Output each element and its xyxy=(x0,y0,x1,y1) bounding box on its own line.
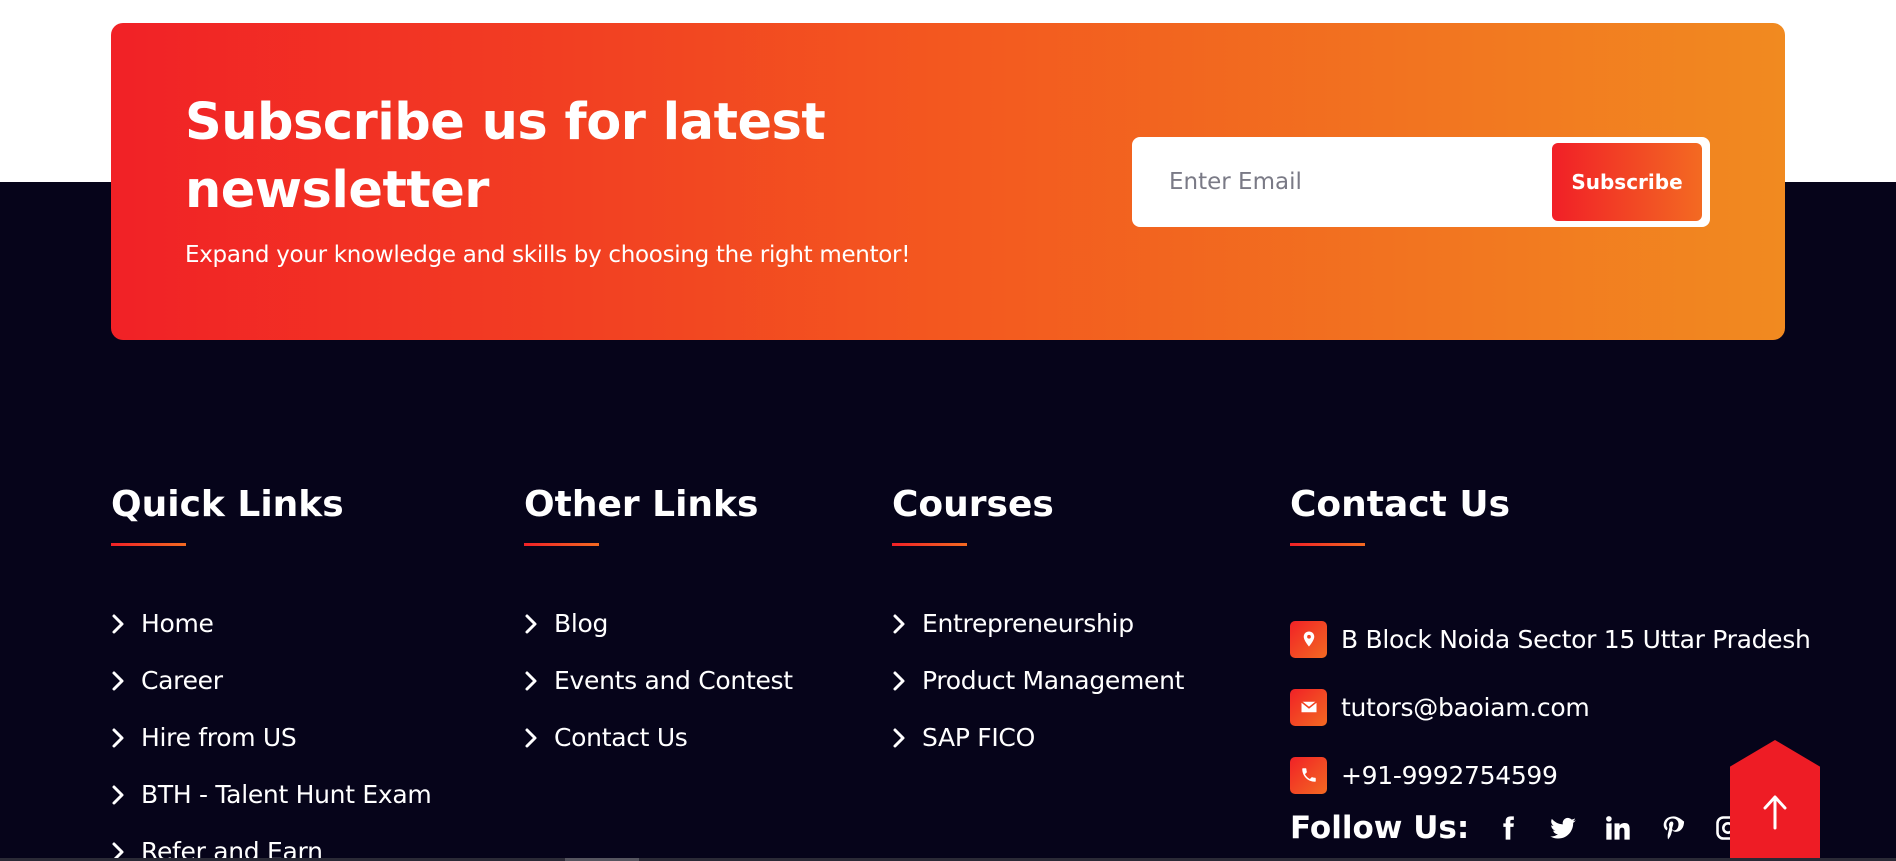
link-label: Home xyxy=(141,609,214,638)
quick-link-home[interactable]: Home xyxy=(111,595,431,652)
quick-links-column: Quick Links Home Career Hire from US BTH… xyxy=(111,482,432,861)
contact-column: Contact Us B Block Noida Sector 15 Uttar… xyxy=(1290,482,1811,809)
other-links-column: Other Links Blog Events and Contest Cont… xyxy=(524,482,793,766)
other-link-contact-us[interactable]: Contact Us xyxy=(524,709,793,766)
newsletter-title: Subscribe us for latest newsletter xyxy=(185,93,826,220)
email-input[interactable] xyxy=(1144,147,1544,217)
title-underline xyxy=(892,543,967,546)
quick-link-refer-and-earn[interactable]: Refer and Earn xyxy=(111,823,431,861)
link-label: Contact Us xyxy=(554,723,688,752)
envelope-icon xyxy=(1290,688,1327,726)
course-link-sap-fico[interactable]: SAP FICO xyxy=(892,709,1184,766)
link-label: BTH - Talent Hunt Exam xyxy=(141,780,432,809)
title-underline xyxy=(1290,543,1365,546)
phone-text: +91-9992754599 xyxy=(1341,760,1558,790)
chevron-right-icon xyxy=(524,727,554,749)
quick-link-talent-hunt-exam[interactable]: BTH - Talent Hunt Exam xyxy=(111,766,432,823)
quick-links-title: Quick Links xyxy=(111,484,344,525)
twitter-icon[interactable] xyxy=(1548,813,1578,843)
chevron-right-icon xyxy=(524,670,554,692)
pinterest-icon[interactable] xyxy=(1658,813,1688,843)
link-label: Career xyxy=(141,666,223,695)
chevron-right-icon xyxy=(111,784,141,806)
chevron-right-icon xyxy=(892,670,922,692)
follow-label: Follow Us: xyxy=(1290,810,1470,846)
chevron-right-icon xyxy=(111,727,141,749)
contact-email[interactable]: tutors@baoiam.com xyxy=(1290,673,1811,741)
courses-list: Entrepreneurship Product Management SAP … xyxy=(892,595,1184,766)
link-label: SAP FICO xyxy=(922,723,1035,752)
address-text: B Block Noida Sector 15 Uttar Pradesh xyxy=(1341,624,1811,654)
newsletter-banner: Subscribe us for latest newsletter Expan… xyxy=(111,23,1785,340)
newsletter-subtitle: Expand your knowledge and skills by choo… xyxy=(185,242,911,268)
course-link-product-management[interactable]: Product Management xyxy=(892,652,1184,709)
chevron-right-icon xyxy=(111,613,141,635)
title-underline xyxy=(111,543,186,546)
chevron-right-icon xyxy=(524,613,554,635)
other-link-events-and-contest[interactable]: Events and Contest xyxy=(524,652,793,709)
link-label: Events and Contest xyxy=(554,666,793,695)
other-links-list: Blog Events and Contest Contact Us xyxy=(524,595,793,766)
map-pin-icon xyxy=(1290,620,1327,658)
chevron-right-icon xyxy=(111,670,141,692)
link-label: Hire from US xyxy=(141,723,297,752)
email-text: tutors@baoiam.com xyxy=(1341,692,1590,722)
contact-title: Contact Us xyxy=(1290,484,1511,525)
link-label: Entrepreneurship xyxy=(922,609,1134,638)
chevron-right-icon xyxy=(892,727,922,749)
follow-us: Follow Us: xyxy=(1290,810,1768,846)
phone-icon xyxy=(1290,756,1327,794)
arrow-up-icon xyxy=(1763,795,1787,829)
course-link-entrepreneurship[interactable]: Entrepreneurship xyxy=(892,595,1184,652)
quick-link-hire-from-us[interactable]: Hire from US xyxy=(111,709,431,766)
link-label: Blog xyxy=(554,609,609,638)
other-links-title: Other Links xyxy=(524,484,759,525)
chevron-right-icon xyxy=(892,613,922,635)
contact-address: B Block Noida Sector 15 Uttar Pradesh xyxy=(1290,605,1811,673)
quick-links-list: Home Career Hire from US BTH - Talent Hu… xyxy=(111,595,432,861)
quick-link-career[interactable]: Career xyxy=(111,652,431,709)
courses-title: Courses xyxy=(892,484,1054,525)
courses-column: Courses Entrepreneurship Product Managem… xyxy=(892,482,1184,766)
subscribe-form: Subscribe xyxy=(1132,137,1710,227)
subscribe-button[interactable]: Subscribe xyxy=(1552,143,1702,221)
other-link-blog[interactable]: Blog xyxy=(524,595,793,652)
title-underline xyxy=(524,543,599,546)
link-label: Product Management xyxy=(922,666,1185,695)
facebook-icon[interactable] xyxy=(1493,813,1523,843)
linkedin-icon[interactable] xyxy=(1603,813,1633,843)
